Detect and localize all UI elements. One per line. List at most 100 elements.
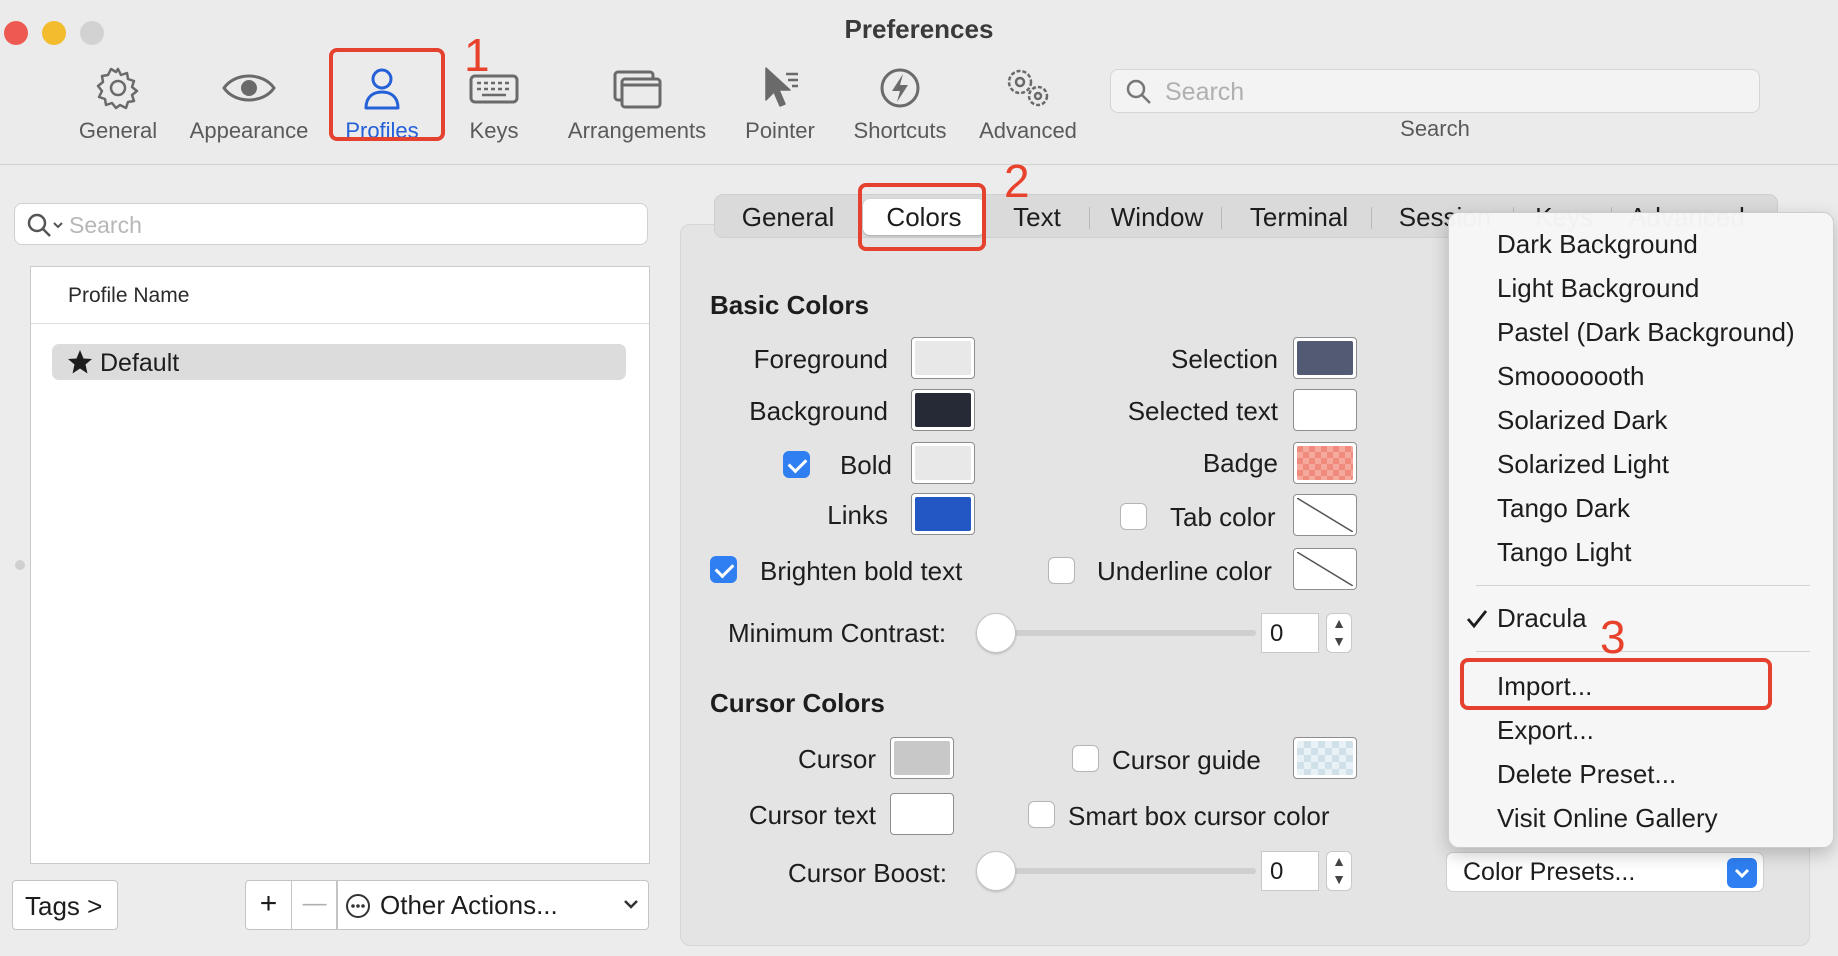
- star-icon: [68, 350, 92, 374]
- window-toolbar: Preferences General Appearance Profiles …: [0, 0, 1838, 165]
- brighten-bold-label: Brighten bold text: [760, 556, 963, 586]
- ellipsis-circle-icon: [346, 894, 370, 918]
- chevron-down-icon: [1727, 858, 1757, 888]
- tab-color-well[interactable]: [1293, 494, 1357, 536]
- minimum-contrast-label: Minimum Contrast:: [728, 618, 947, 648]
- color-presets-button[interactable]: Color Presets...: [1446, 852, 1764, 892]
- tab-terminal[interactable]: Terminal: [1229, 199, 1369, 235]
- toolbar-pointer-label: Pointer: [745, 118, 815, 143]
- profile-search-input[interactable]: Search: [14, 203, 648, 245]
- annotation-box-import: [1460, 658, 1772, 710]
- foreground-color-well[interactable]: [911, 337, 975, 379]
- menu-item-visit-online-gallery[interactable]: Visit Online Gallery: [1497, 803, 1718, 834]
- menu-separator: [1476, 585, 1810, 586]
- other-actions-label: Other Actions...: [380, 890, 558, 920]
- toolbar-arrangements[interactable]: Arrangements: [562, 64, 712, 148]
- brighten-bold-checkbox[interactable]: [710, 556, 737, 583]
- cursor-colors-heading: Cursor Colors: [710, 688, 885, 718]
- bold-label: Bold: [839, 450, 892, 480]
- cursor-label: Cursor: [797, 744, 876, 774]
- other-actions-button[interactable]: Other Actions...: [337, 880, 649, 930]
- toolbar-pointer[interactable]: Pointer: [742, 64, 818, 148]
- menu-item-tango-dark[interactable]: Tango Dark: [1497, 493, 1630, 524]
- toolbar-shortcuts-label: Shortcuts: [853, 118, 947, 143]
- underline-color-checkbox[interactable]: [1048, 557, 1075, 584]
- menu-item-pastel-dark-background[interactable]: Pastel (Dark Background): [1497, 317, 1795, 348]
- tab-separator: [1371, 207, 1372, 229]
- profile-row-default[interactable]: Default: [52, 344, 626, 380]
- chevron-down-icon: [624, 900, 638, 909]
- tab-separator: [1089, 207, 1090, 229]
- cursor-boost-slider[interactable]: [978, 868, 1256, 874]
- menu-item-solarized-light[interactable]: Solarized Light: [1497, 449, 1669, 480]
- annotation-step-1: 1: [464, 29, 490, 81]
- selected-text-color-well[interactable]: [1293, 389, 1357, 431]
- minimum-contrast-field[interactable]: 0: [1261, 613, 1319, 653]
- menu-item-solarized-dark[interactable]: Solarized Dark: [1497, 405, 1668, 436]
- toolbar-search-input[interactable]: Search: [1110, 69, 1760, 113]
- badge-color-well[interactable]: [1293, 442, 1357, 484]
- menu-item-smooooooth[interactable]: Smooooooth: [1497, 361, 1644, 392]
- no-color-slash-icon: [1297, 552, 1353, 586]
- cursor-text-color-well[interactable]: [890, 793, 954, 835]
- add-profile-button[interactable]: +: [246, 881, 291, 929]
- selection-color-well[interactable]: [1293, 337, 1357, 379]
- smart-box-cursor-label: Smart box cursor color: [1068, 801, 1330, 831]
- profile-search-placeholder: Search: [69, 212, 142, 238]
- cursor-guide-label: Cursor guide: [1112, 745, 1261, 775]
- eye-icon: [222, 74, 276, 102]
- minimum-contrast-stepper[interactable]: ▲ ▼: [1326, 613, 1352, 653]
- cursor-boost-slider-knob[interactable]: [976, 851, 1016, 891]
- toolbar-general[interactable]: General: [70, 64, 166, 148]
- background-color-well[interactable]: [911, 389, 975, 431]
- toolbar-keys-label: Keys: [469, 118, 519, 143]
- selection-label: Selection: [1171, 344, 1278, 374]
- menu-item-dark-background[interactable]: Dark Background: [1497, 229, 1698, 260]
- links-color-well[interactable]: [911, 493, 975, 535]
- profile-name-column-header: Profile Name: [68, 284, 190, 307]
- cursor-boost-label: Cursor Boost:: [788, 858, 947, 888]
- profile-name: Default: [100, 349, 180, 377]
- profile-list-header[interactable]: Profile Name: [31, 267, 649, 324]
- cursor-boost-field[interactable]: 0: [1261, 851, 1319, 891]
- tab-window[interactable]: Window: [1095, 199, 1219, 235]
- minimum-contrast-slider-knob[interactable]: [976, 613, 1016, 653]
- menu-item-delete-preset[interactable]: Delete Preset...: [1497, 759, 1676, 790]
- background-label: Background: [749, 396, 888, 426]
- cursor-guide-color-well[interactable]: [1293, 737, 1357, 779]
- no-color-slash-icon: [1297, 498, 1353, 532]
- toolbar-appearance[interactable]: Appearance: [184, 64, 314, 148]
- lightning-icon: [880, 68, 920, 108]
- toolbar-shortcuts[interactable]: Shortcuts: [848, 64, 952, 148]
- smart-box-cursor-checkbox[interactable]: [1028, 801, 1055, 828]
- tab-color-checkbox[interactable]: [1120, 503, 1147, 530]
- resize-handle[interactable]: [15, 560, 25, 570]
- tab-color-label: Tab color: [1170, 502, 1276, 532]
- underline-color-well[interactable]: [1293, 548, 1357, 590]
- cursor-color-well[interactable]: [890, 737, 954, 779]
- bold-color-well[interactable]: [911, 442, 975, 484]
- toolbar-advanced[interactable]: Advanced: [976, 64, 1080, 148]
- menu-item-tango-light[interactable]: Tango Light: [1497, 537, 1631, 568]
- selected-text-label: Selected text: [1127, 396, 1278, 426]
- toolbar-search-label: Search: [1400, 116, 1470, 141]
- minimum-contrast-slider[interactable]: [978, 630, 1256, 636]
- menu-item-export[interactable]: Export...: [1497, 715, 1594, 746]
- pointer-icon: [765, 67, 798, 107]
- foreground-label: Foreground: [753, 344, 888, 374]
- annotation-box-colors: [858, 183, 986, 251]
- checkmark-icon: [1466, 610, 1488, 629]
- tab-general[interactable]: General: [725, 199, 851, 235]
- remove-profile-button[interactable]: —: [292, 881, 337, 929]
- toolbar-arrangements-label: Arrangements: [567, 118, 707, 143]
- annotation-step-3: 3: [1600, 611, 1626, 663]
- toolbar-advanced-label: Advanced: [979, 118, 1077, 143]
- cursor-boost-stepper[interactable]: ▲ ▼: [1326, 851, 1352, 891]
- tags-button[interactable]: Tags >: [12, 880, 118, 930]
- annotation-step-2: 2: [1004, 155, 1030, 207]
- color-presets-label: Color Presets...: [1463, 858, 1636, 886]
- menu-item-light-background[interactable]: Light Background: [1497, 273, 1699, 304]
- search-icon: [27, 213, 63, 237]
- cursor-guide-checkbox[interactable]: [1072, 745, 1099, 772]
- menu-item-dracula[interactable]: Dracula: [1497, 603, 1587, 634]
